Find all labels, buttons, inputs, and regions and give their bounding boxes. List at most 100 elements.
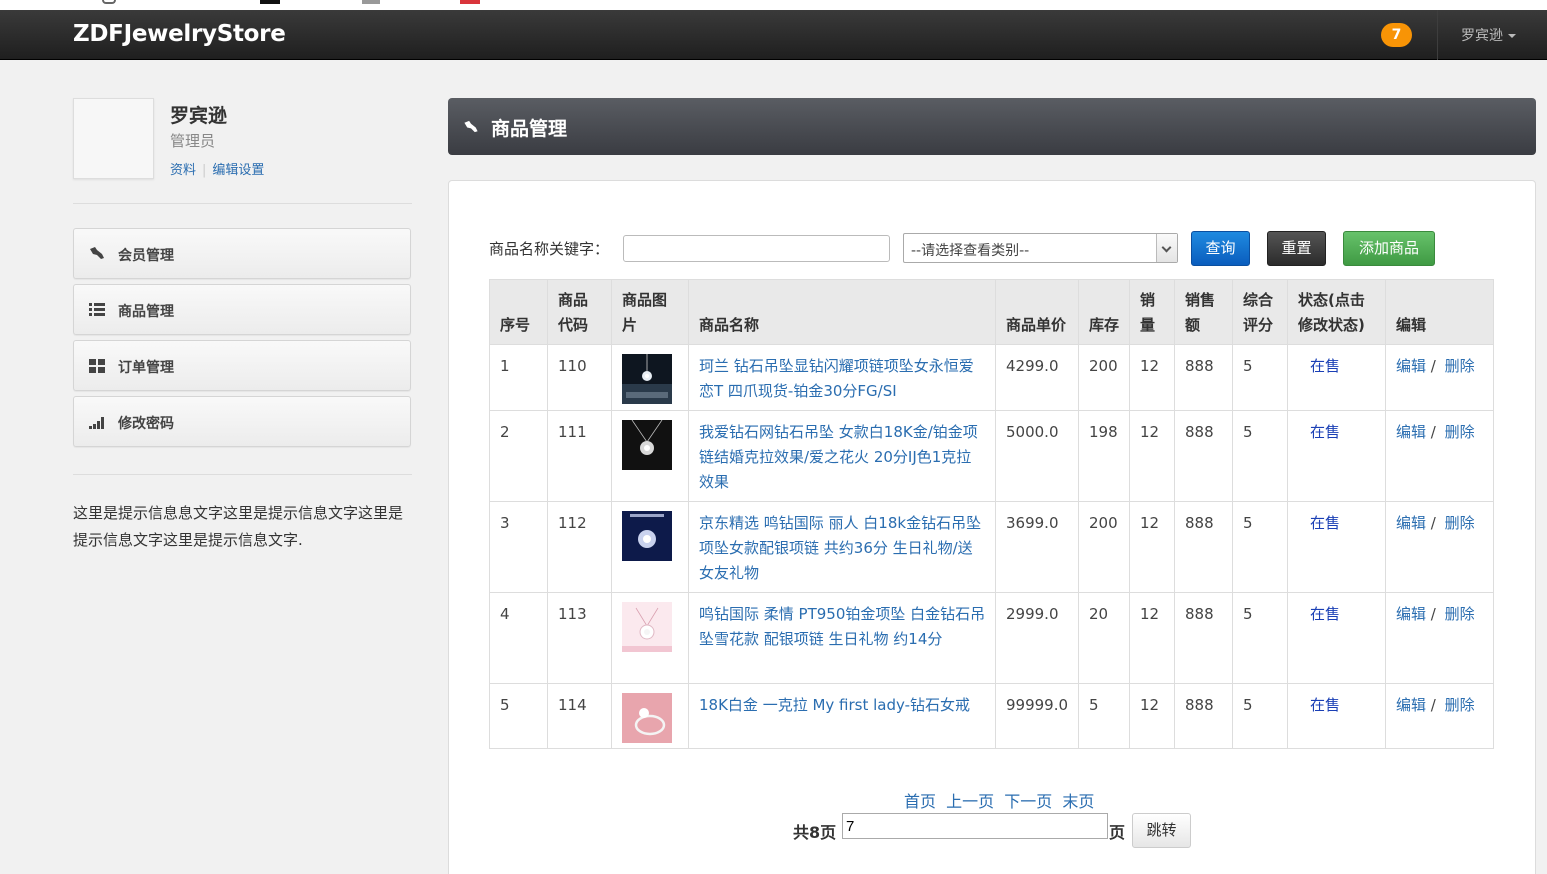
reset-button[interactable]: 重置: [1267, 231, 1326, 266]
status-toggle-link[interactable]: 在售: [1310, 605, 1340, 623]
edit-link[interactable]: 编辑: [1396, 605, 1426, 623]
cell-rating: 5: [1232, 683, 1288, 749]
cell-status: 在售: [1287, 501, 1386, 593]
cell-code: 111: [547, 410, 612, 502]
cell-status: 在售: [1287, 683, 1386, 749]
cell-name: 珂兰 钻石吊坠显钻闪耀项链项坠女永恒爱恋T 四爪现货-铂金30分FG/SI: [688, 344, 996, 411]
cell-stock: 200: [1078, 501, 1130, 593]
cell-sales: 12: [1129, 592, 1175, 684]
page-suffix: 页: [1109, 823, 1126, 842]
column-header: 商品名称: [688, 279, 996, 345]
product-image[interactable]: [622, 602, 672, 652]
category-select-value: --请选择查看类别--: [911, 243, 1030, 259]
cell-rating: 5: [1232, 344, 1288, 411]
jump-button[interactable]: 跳转: [1132, 813, 1191, 848]
sidebar-item-products[interactable]: 商品管理: [73, 284, 411, 335]
browser-icon: [102, 0, 116, 4]
delete-link[interactable]: 删除: [1445, 514, 1475, 532]
status-toggle-link[interactable]: 在售: [1310, 514, 1340, 532]
product-image[interactable]: [622, 693, 672, 743]
edit-link[interactable]: 编辑: [1396, 514, 1426, 532]
link-separator: |: [202, 163, 207, 178]
user-menu-label: 罗宾逊: [1461, 28, 1503, 44]
product-image[interactable]: [622, 354, 672, 404]
column-header: 商品图片: [611, 279, 689, 345]
column-header: 库存: [1078, 279, 1130, 345]
product-image[interactable]: [622, 511, 672, 561]
column-header: 商品代码: [547, 279, 612, 345]
table-header-row: 序号 商品代码 商品图片 商品名称 商品单价 库存 销量 销售额 综合评分 状态…: [489, 279, 1494, 345]
cell-image: [611, 501, 689, 593]
cell-code: 112: [547, 501, 612, 593]
cell-status: 在售: [1287, 344, 1386, 411]
add-product-button[interactable]: 添加商品: [1343, 231, 1435, 266]
first-page-link[interactable]: 首页: [904, 792, 936, 811]
browser-icon: [260, 0, 280, 4]
cell-status: 在售: [1287, 592, 1386, 684]
cell-no: 4: [489, 592, 548, 684]
cell-no: 3: [489, 501, 548, 593]
delete-link[interactable]: 删除: [1445, 696, 1475, 714]
avatar: [73, 98, 154, 179]
cell-code: 113: [547, 592, 612, 684]
product-name-link[interactable]: 珂兰 钻石吊坠显钻闪耀项链项坠女永恒爱恋T 四爪现货-铂金30分FG/SI: [699, 357, 974, 400]
category-select[interactable]: --请选择查看类别--: [903, 233, 1178, 263]
profile-link[interactable]: 资料: [170, 163, 196, 178]
search-input[interactable]: [623, 235, 890, 262]
status-toggle-link[interactable]: 在售: [1310, 423, 1340, 441]
product-name-link[interactable]: 18K白金 一克拉 My first lady-钻石女戒: [699, 696, 970, 714]
cell-revenue: 888: [1174, 410, 1233, 502]
table-row: 5 114 18K白金 一克拉 My first lady-钻石女戒 99999…: [489, 683, 1494, 749]
cell-actions: 编辑 / 删除: [1385, 501, 1494, 593]
cell-name: 我爱钻石网钻石吊坠 女款白18K金/铂金项链结婚克拉效果/爱之花火 20分IJ色…: [688, 410, 996, 502]
cell-image: [611, 592, 689, 684]
page-number-input[interactable]: [842, 813, 1108, 839]
delete-link[interactable]: 删除: [1445, 357, 1475, 375]
product-name-link[interactable]: 鸣钻国际 柔情 PT950铂金项坠 白金钻石吊坠雪花款 配银项链 生日礼物 约1…: [699, 605, 985, 648]
edit-link[interactable]: 编辑: [1396, 423, 1426, 441]
product-name-link[interactable]: 京东精选 鸣钻国际 丽人 白18k金钻石吊坠项坠女款配银项链 共约36分 生日礼…: [699, 514, 981, 582]
browser-icon: [460, 0, 480, 4]
sidebar-item-label: 修改密码: [118, 416, 174, 432]
cell-sales: 12: [1129, 501, 1175, 593]
prev-page-link[interactable]: 上一页: [946, 792, 994, 811]
top-navbar: ZDFJewelryStore 7 罗宾逊: [0, 10, 1547, 60]
browser-strip: [0, 0, 1547, 10]
column-header: 编辑: [1385, 279, 1494, 345]
sidebar-item-members[interactable]: 会员管理: [73, 228, 411, 279]
cell-actions: 编辑 / 删除: [1385, 410, 1494, 502]
column-header: 综合评分: [1232, 279, 1288, 345]
status-toggle-link[interactable]: 在售: [1310, 357, 1340, 375]
table-row: 3 112 京东精选 鸣钻国际 丽人 白18k金钻石吊坠项坠女款配银项链 共约3…: [489, 501, 1494, 593]
list-icon: [89, 303, 105, 316]
pagination: 首页 上一页 下一页 末页: [904, 788, 1099, 812]
cell-price: 2999.0: [995, 592, 1079, 684]
status-toggle-link[interactable]: 在售: [1310, 696, 1340, 714]
nav-divider: [1437, 10, 1438, 60]
edit-link[interactable]: 编辑: [1396, 357, 1426, 375]
query-button[interactable]: 查询: [1191, 231, 1250, 266]
product-image[interactable]: [622, 420, 672, 470]
profile-links: 资料 | 编辑设置: [170, 159, 264, 178]
edit-settings-link[interactable]: 编辑设置: [212, 163, 264, 178]
next-page-link[interactable]: 下一页: [1004, 792, 1052, 811]
cell-code: 114: [547, 683, 612, 749]
signal-icon: [89, 417, 104, 429]
wrench-icon: [90, 247, 104, 259]
delete-link[interactable]: 删除: [1445, 423, 1475, 441]
product-name-link[interactable]: 我爱钻石网钻石吊坠 女款白18K金/铂金项链结婚克拉效果/爱之花火 20分IJ色…: [699, 423, 978, 491]
last-page-link[interactable]: 末页: [1062, 792, 1094, 811]
grid-icon: [89, 359, 105, 373]
brand-logo[interactable]: ZDFJewelryStore: [73, 21, 286, 47]
user-menu-dropdown[interactable]: 罗宾逊: [1461, 25, 1516, 45]
cell-price: 99999.0: [995, 683, 1079, 749]
column-header: 销售额: [1174, 279, 1233, 345]
delete-link[interactable]: 删除: [1445, 605, 1475, 623]
notification-badge[interactable]: 7: [1381, 23, 1412, 47]
sidebar-item-password[interactable]: 修改密码: [73, 396, 411, 447]
edit-link[interactable]: 编辑: [1396, 696, 1426, 714]
cell-image: [611, 410, 689, 502]
sidebar-item-label: 订单管理: [118, 360, 174, 376]
sidebar-item-orders[interactable]: 订单管理: [73, 340, 411, 391]
cell-no: 1: [489, 344, 548, 411]
